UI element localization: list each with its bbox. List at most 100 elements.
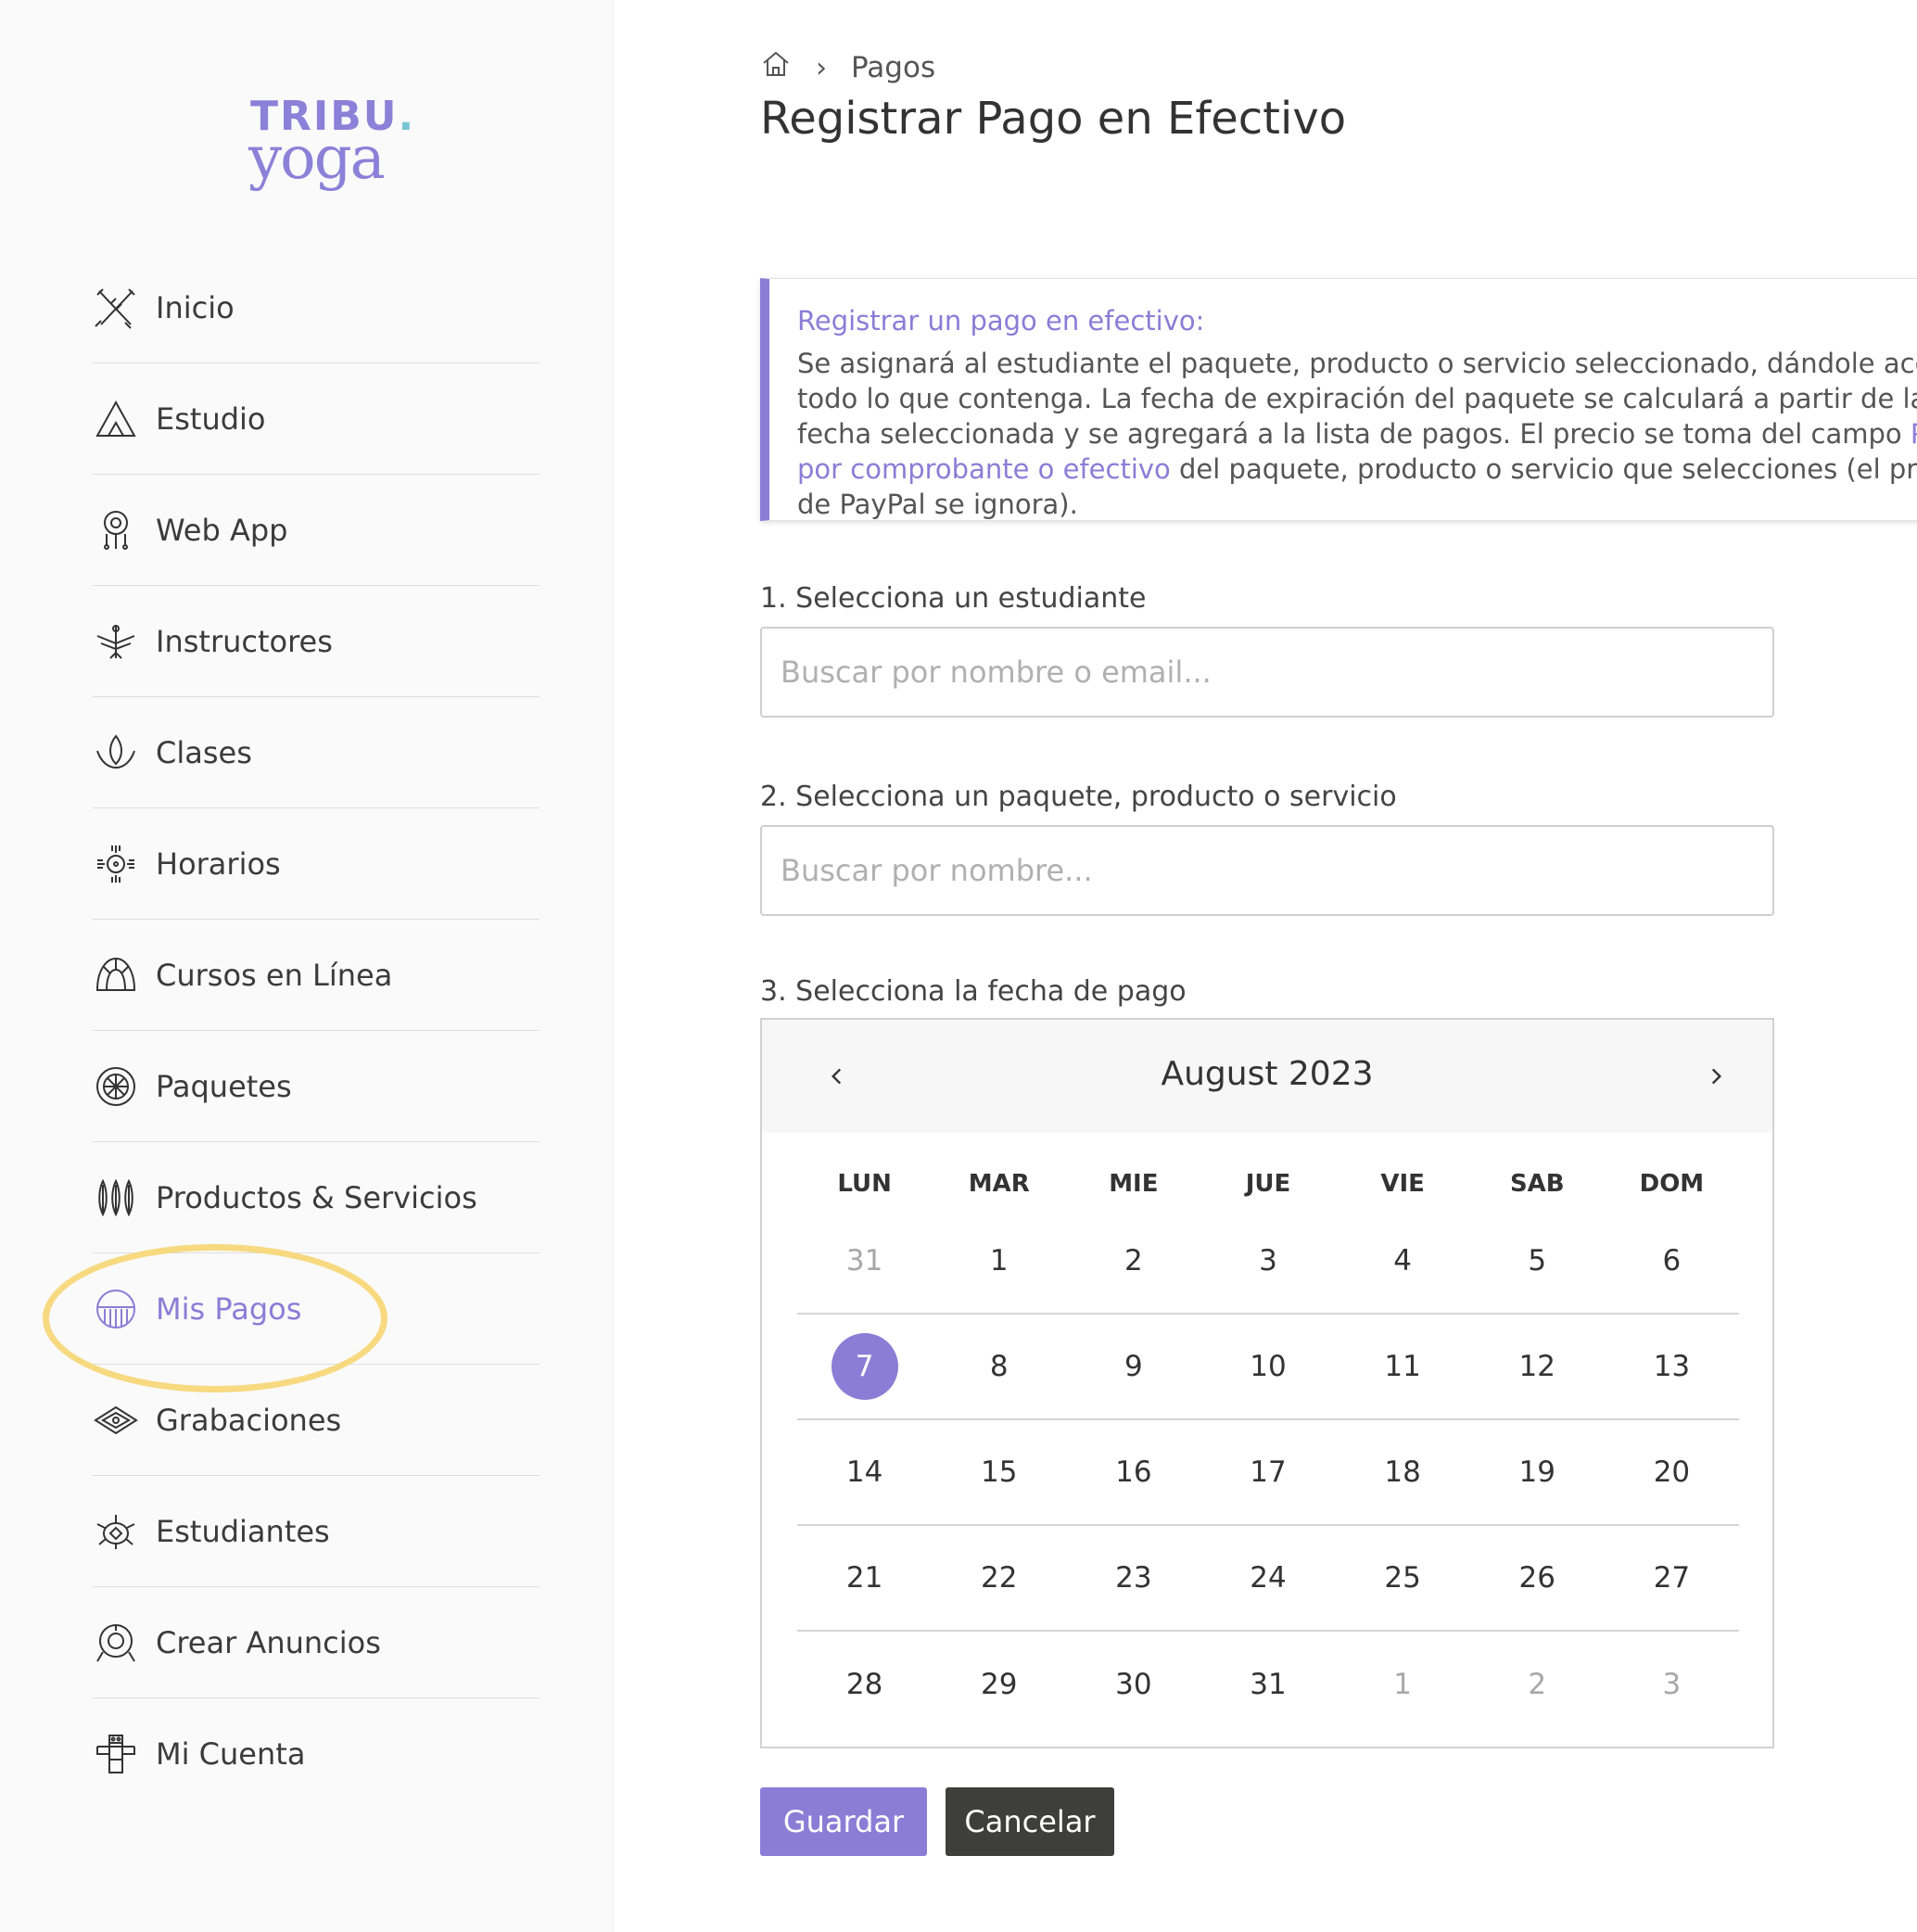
calendar-day[interactable]: 25 <box>1336 1526 1470 1630</box>
calendar-day[interactable]: 11 <box>1336 1315 1470 1418</box>
weekday-header: SAB <box>1509 1170 1565 1198</box>
sidebar-item-label: Productos & Servicios <box>156 1179 477 1215</box>
calendar-week-row: 28 29 30 31 1 2 3 <box>797 1632 1739 1737</box>
sidebar-item-clases[interactable]: Clases <box>93 697 540 808</box>
calendar-day-number: 30 <box>1115 1668 1152 1701</box>
calendar-day[interactable]: 19 <box>1470 1420 1605 1524</box>
calendar-day[interactable]: 2 <box>1470 1632 1605 1737</box>
tribu-yoga-logo[interactable]: TRIBU. yoga <box>248 93 413 197</box>
next-month-button[interactable] <box>1693 1053 1739 1099</box>
breadcrumb-current[interactable]: Pagos <box>851 51 935 84</box>
calendar-day-number: 11 <box>1384 1350 1421 1383</box>
calendar-day[interactable]: 8 <box>932 1315 1066 1418</box>
calendar-day-number: 8 <box>989 1350 1009 1383</box>
calendar-day[interactable]: 26 <box>1470 1526 1605 1630</box>
cancel-button[interactable]: Cancelar <box>946 1787 1114 1856</box>
calendar-day[interactable]: 12 <box>1470 1315 1605 1418</box>
sidebar-item-productos-servicios[interactable]: Productos & Servicios <box>93 1142 540 1253</box>
calendar-day-number: 22 <box>980 1561 1018 1595</box>
sidebar-item-grabaciones[interactable]: Grabaciones <box>93 1365 540 1476</box>
calendar-day[interactable]: 10 <box>1200 1315 1335 1418</box>
dreamcatcher-icon <box>93 507 139 553</box>
calendar-day-number: 1 <box>1393 1668 1412 1701</box>
sidebar-item-inicio[interactable]: Inicio <box>93 252 540 363</box>
sidebar-item-estudiantes[interactable]: Estudiantes <box>93 1476 540 1587</box>
calendar-weekdays: LUN MAR MIE JUE VIE SAB DOM <box>797 1170 1739 1198</box>
calendar-day-number: 3 <box>1259 1244 1277 1277</box>
calendar-day-number: 5 <box>1528 1244 1547 1277</box>
breadcrumb: › Pagos <box>760 48 935 87</box>
calendar-day[interactable]: 30 <box>1066 1632 1200 1737</box>
chevron-right-icon <box>1711 1068 1722 1085</box>
calendar-day-selected[interactable]: 7 <box>797 1315 932 1418</box>
info-callout: Registrar un pago en efectivo: Se asigna… <box>760 278 1917 521</box>
sidebar-item-web-app[interactable]: Web App <box>93 475 540 586</box>
calendar-day-number: 24 <box>1250 1561 1287 1595</box>
save-button[interactable]: Guardar <box>760 1787 927 1856</box>
calendar-day-number: 3 <box>1662 1668 1682 1701</box>
calendar-day[interactable]: 5 <box>1470 1209 1605 1313</box>
student-search-input[interactable] <box>760 627 1774 718</box>
calendar-day[interactable]: 3 <box>1200 1209 1335 1313</box>
calendar-day[interactable]: 16 <box>1066 1420 1200 1524</box>
info-title: Registrar un pago en efectivo: <box>797 305 1205 337</box>
arrows-icon <box>93 285 139 331</box>
sidebar-item-mi-cuenta[interactable]: Mi Cuenta <box>93 1698 540 1810</box>
logo-text-yoga: yoga <box>248 124 386 193</box>
calendar-day[interactable]: 31 <box>797 1209 932 1313</box>
calendar-day[interactable]: 23 <box>1066 1526 1200 1630</box>
calendar-day[interactable]: 20 <box>1605 1420 1739 1524</box>
sidebar-item-label: Estudio <box>156 400 266 437</box>
sidebar-item-label: Cursos en Línea <box>156 957 393 993</box>
student-label: 1. Selecciona un estudiante <box>760 582 1147 615</box>
calendar-day[interactable]: 3 <box>1605 1632 1739 1737</box>
calendar-day[interactable]: 24 <box>1200 1526 1335 1630</box>
calendar-day[interactable]: 15 <box>932 1420 1066 1524</box>
tent-icon <box>93 396 139 442</box>
sidebar-item-estudio[interactable]: Estudio <box>93 363 540 475</box>
sidebar-item-horarios[interactable]: Horarios <box>93 808 540 920</box>
home-icon[interactable] <box>760 48 792 87</box>
calendar-week-row: 14 15 16 17 18 19 20 <box>797 1420 1739 1526</box>
calendar-day-number: 23 <box>1115 1561 1152 1595</box>
calendar-day[interactable]: 4 <box>1336 1209 1470 1313</box>
calendar-day[interactable]: 28 <box>797 1632 932 1737</box>
calendar-day[interactable]: 9 <box>1066 1315 1200 1418</box>
calendar-day[interactable]: 13 <box>1605 1315 1739 1418</box>
calendar-day-number: 16 <box>1115 1455 1152 1489</box>
sidebar-item-instructores[interactable]: Instructores <box>93 586 540 697</box>
sidebar-item-label: Horarios <box>156 845 281 882</box>
headdress-icon <box>93 952 139 998</box>
calendar-day-number: 6 <box>1662 1244 1682 1277</box>
calendar-day[interactable]: 17 <box>1200 1420 1335 1524</box>
calendar-header: August 2023 <box>762 1020 1772 1133</box>
calendar-day-number: 31 <box>845 1244 883 1277</box>
thunderbird-icon <box>93 618 139 665</box>
calendar-day[interactable]: 22 <box>932 1526 1066 1630</box>
package-label: 2. Selecciona un paquete, producto o ser… <box>760 781 1397 813</box>
calendar-day[interactable]: 14 <box>797 1420 932 1524</box>
calendar-day[interactable]: 18 <box>1336 1420 1470 1524</box>
calendar-week-row: 31 1 2 3 4 5 6 <box>797 1209 1739 1315</box>
calendar-day[interactable]: 29 <box>932 1632 1066 1737</box>
package-search-input[interactable] <box>760 825 1774 916</box>
calendar-day[interactable]: 2 <box>1066 1209 1200 1313</box>
calendar-day-number: 17 <box>1250 1455 1287 1489</box>
calendar-day-number: 10 <box>1250 1350 1287 1383</box>
calendar-day[interactable]: 6 <box>1605 1209 1739 1313</box>
sidebar-item-crear-anuncios[interactable]: Crear Anuncios <box>93 1587 540 1698</box>
calendar-day[interactable]: 27 <box>1605 1526 1739 1630</box>
calendar-day[interactable]: 31 <box>1200 1632 1335 1737</box>
calendar-day[interactable]: 1 <box>932 1209 1066 1313</box>
calendar-day[interactable]: 1 <box>1336 1632 1470 1737</box>
sidebar-item-cursos-en-linea[interactable]: Cursos en Línea <box>93 920 540 1031</box>
sidebar-item-label: Estudiantes <box>156 1513 330 1549</box>
sidebar-item-paquetes[interactable]: Paquetes <box>93 1031 540 1142</box>
sidebar-item-label: Grabaciones <box>156 1402 342 1438</box>
calendar-day-number: 26 <box>1518 1561 1555 1595</box>
feathers-icon <box>93 1175 139 1221</box>
date-picker-calendar: August 2023 LUN MAR MIE JUE VIE SAB DOM 31 1 2 3 4… <box>760 1018 1774 1748</box>
sidebar-item-mis-pagos[interactable]: Mis Pagos <box>93 1253 540 1365</box>
calendar-day[interactable]: 21 <box>797 1526 932 1630</box>
calendar-day-number: 28 <box>845 1668 883 1701</box>
